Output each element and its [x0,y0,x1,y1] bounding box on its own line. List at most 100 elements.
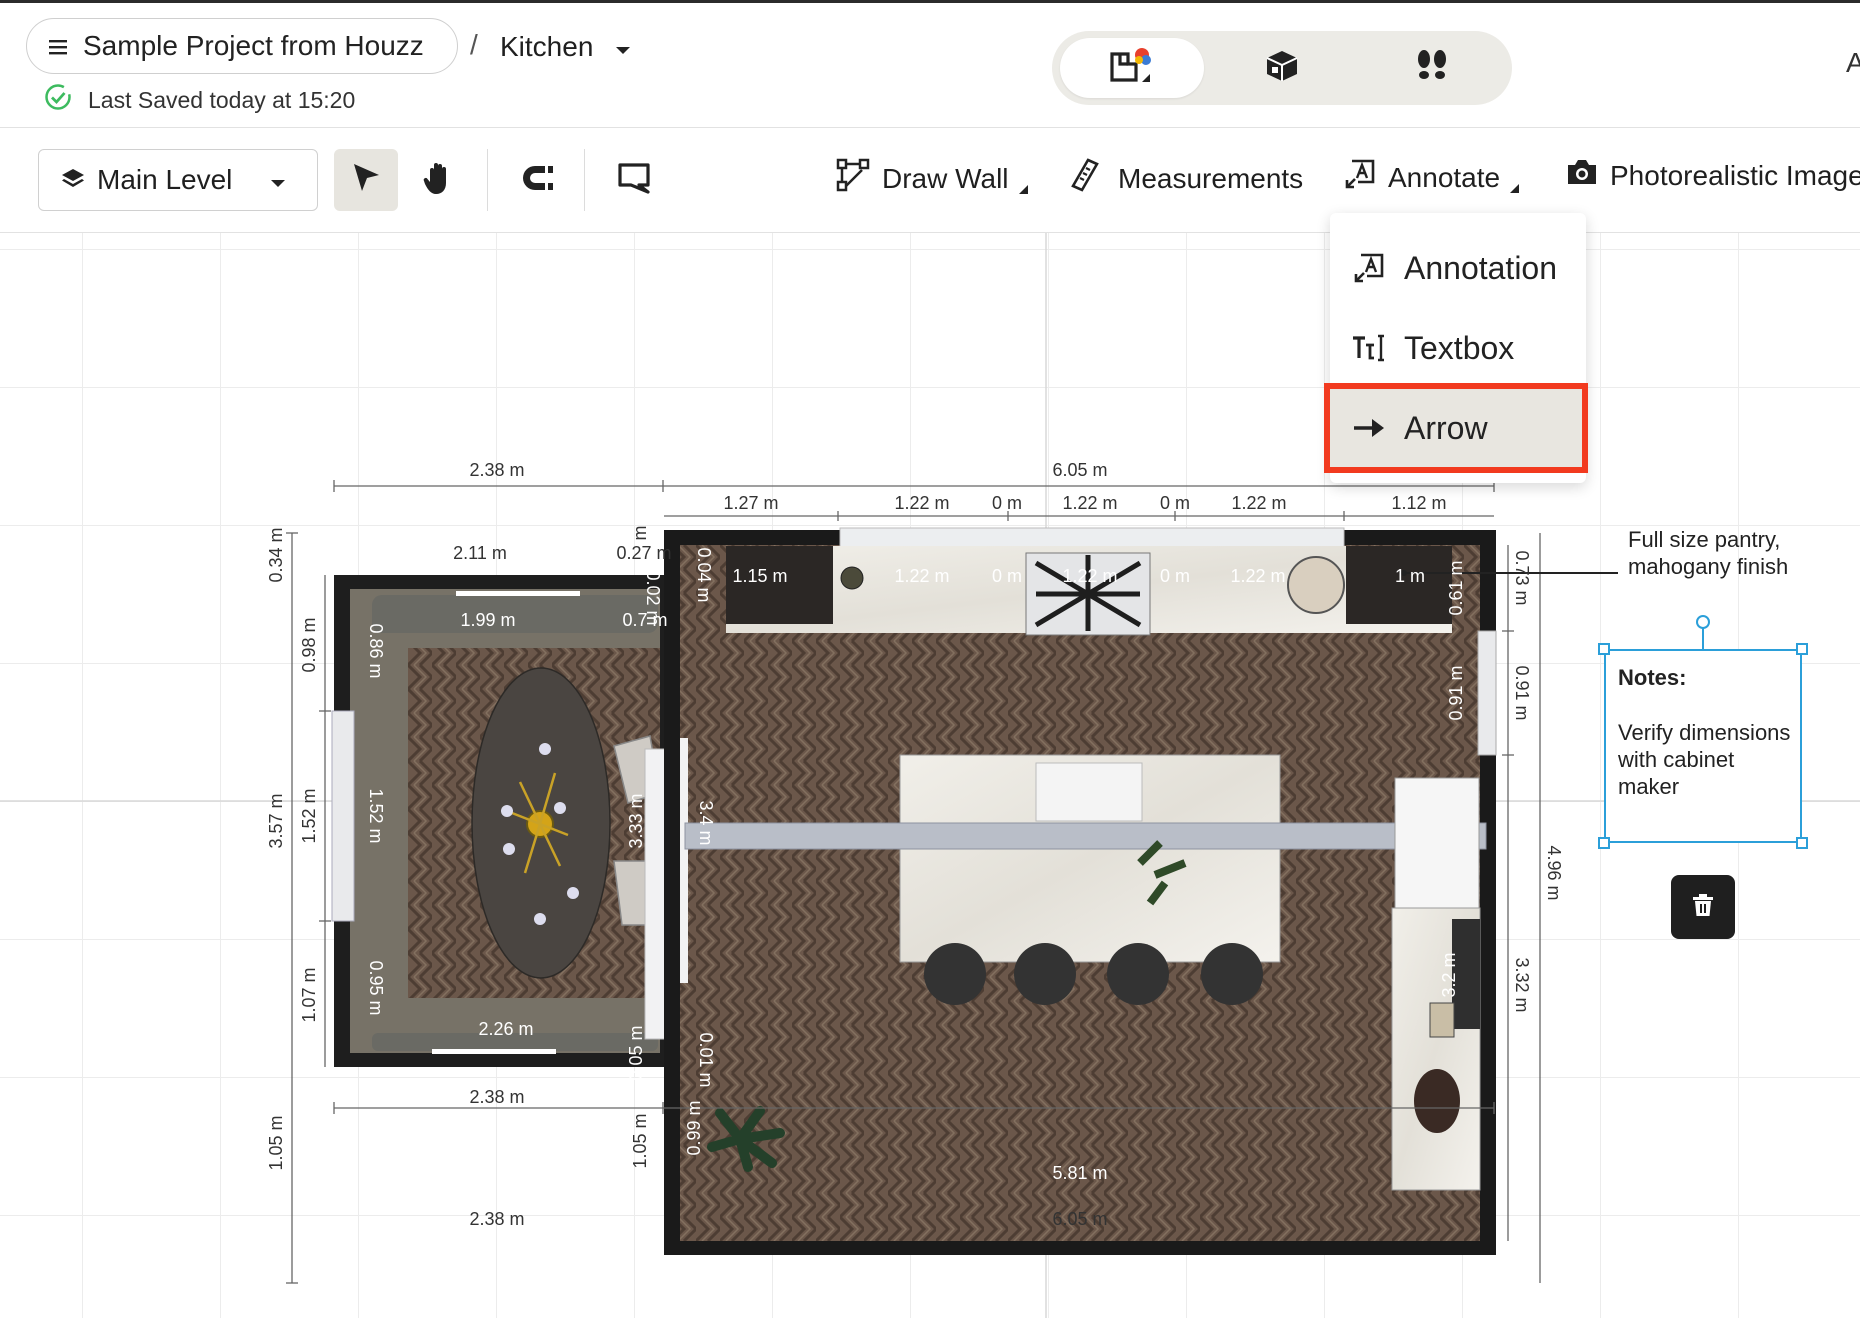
view-2d-button[interactable] [1060,38,1204,98]
level-selector[interactable]: Main Level [38,149,318,211]
menu-item-label: Arrow [1404,409,1488,446]
app-header: Sample Project from Houzz / Kitchen Last… [0,0,1860,128]
breadcrumb-separator: / [470,29,478,60]
caret-down-icon [270,164,286,196]
dimension-label: 0.04 m [694,547,714,602]
resize-handle-top-right[interactable] [1796,643,1808,655]
notes-textbox[interactable]: Notes: Verify dimensions with cabinet ma… [1604,649,1802,843]
delete-button[interactable] [1671,875,1735,939]
dimension-label: 1.22 m [1231,493,1286,513]
layers-icon [61,164,85,196]
dimension-label: 0.27 m [616,543,671,563]
dimension-label: 6.05 m [1052,1209,1107,1229]
dimension-label: 1.22 m [1062,566,1117,586]
dimension-label: 0 m [1160,566,1190,586]
floorplan-2d-icon [1108,46,1156,91]
dimension-label: 0 m [992,566,1022,586]
rotate-handle[interactable] [1696,615,1710,629]
header-edge-text: A [1846,47,1860,78]
save-status: Last Saved today at 15:20 [44,83,355,117]
notes-body: Verify dimensions with cabinet maker [1618,720,1791,799]
dimension-label: 2.38 m [469,1087,524,1107]
comment-button[interactable] [602,149,666,211]
dimension-label: 0.01 m [696,1032,716,1087]
photorealistic-image-button[interactable]: Photorealistic Image [1566,158,1860,193]
dimension-label: 2.38 m [469,1209,524,1229]
dimension-label: 1.15 m [732,566,787,586]
dimension-label: 0 m [992,493,1022,513]
project-name: Sample Project from Houzz [83,30,424,61]
dimension-label: 0.91 m [1446,665,1466,720]
dimension-label: 0.98 m [299,617,319,672]
view-3d-button[interactable] [1210,38,1354,98]
photorealistic-label: Photorealistic Image [1610,159,1860,191]
caret-down-icon [615,31,631,63]
trash-icon [1692,893,1714,922]
draw-wall-button[interactable]: Draw Wall [836,158,1028,199]
dimension-label: 1.22 m [894,493,949,513]
dimension-label: 0.99 m [684,1100,704,1155]
footprints-icon [1414,48,1450,89]
dimension-label: 2.11 m [453,543,507,563]
arrow-right-icon [1352,416,1386,440]
textbox-icon [1352,334,1386,362]
menu-item-textbox[interactable]: Textbox [1330,311,1586,385]
cursor-arrow-icon [350,161,382,200]
pan-tool-button[interactable] [406,149,470,211]
dimension-label: 0.34 m [266,527,286,582]
toolbar-divider [487,149,488,211]
dimension-label: 1.07 m [299,967,319,1022]
project-menu-button[interactable]: Sample Project from Houzz [26,18,458,74]
ruler-icon [1070,158,1100,199]
dimension-label: 3.57 m [266,793,286,848]
save-status-text: Last Saved today at 15:20 [88,86,356,113]
dimension-label: 1.05 m [266,1115,286,1170]
room-selector[interactable]: Kitchen [500,27,631,67]
comment-icon [617,162,651,199]
dimension-label: 0.05 m [626,1025,646,1080]
menu-item-annotation[interactable]: Annotation [1330,231,1586,305]
dimension-label: 4.96 m [1544,845,1564,900]
hamburger-menu-icon [49,30,67,62]
resize-handle-bottom-right[interactable] [1796,837,1808,849]
dimension-label: 5.81 m [1052,1163,1107,1183]
view-walkthrough-button[interactable] [1360,38,1504,98]
submenu-corner-icon [1018,185,1028,194]
notes-title: Notes: [1618,665,1687,690]
dimension-label: 0 m [1160,493,1190,513]
toolbar-divider [584,149,585,211]
dimension-label: 0.91 m [1512,665,1532,720]
draw-wall-icon [836,158,870,199]
dimension-label: 0.61 m [1446,560,1466,615]
check-circle-icon [44,83,72,117]
dimension-label: 1.05 m [630,1113,650,1168]
menu-item-arrow[interactable]: Arrow [1324,383,1588,473]
dimension-label: 1.12 m [1391,493,1446,513]
dimension-label: 1.27 m [723,493,778,513]
dimension-label: 0.95 m [366,960,386,1015]
room-name: Kitchen [500,31,594,62]
cube-3d-icon [1263,48,1301,89]
measurements-button[interactable]: Measurements [1070,158,1303,199]
magnet-snap-button[interactable] [505,149,569,211]
dimension-label: 3.33 m [626,793,646,848]
hand-icon [422,160,454,201]
dimension-label: 3.4 m [696,800,716,845]
select-tool-button[interactable] [334,149,398,211]
dimension-label: 0.73 m [1512,550,1532,605]
resize-handle-bottom-left[interactable] [1598,837,1610,849]
dimension-label: 0.86 m [366,623,386,678]
dimension-label: 1.22 m [1230,566,1285,586]
annotate-button[interactable]: Annotate [1344,158,1520,197]
resize-handle-top-left[interactable] [1598,643,1610,655]
measurements-label: Measurements [1118,162,1304,194]
draw-wall-label: Draw Wall [882,162,1009,194]
annotation-label[interactable]: Full size pantry, mahogany finish [1628,526,1788,580]
dimension-label: 3.2 m [1439,952,1459,997]
dimension-label: 1.22 m [894,566,949,586]
annotate-dropdown-menu: Annotation Textbox Arrow [1324,213,1588,483]
menu-item-label: Textbox [1404,329,1515,366]
annotate-label: Annotate [1388,161,1501,193]
view-mode-toggle [1052,31,1512,105]
dimension-label: 3.32 m [1512,957,1532,1012]
